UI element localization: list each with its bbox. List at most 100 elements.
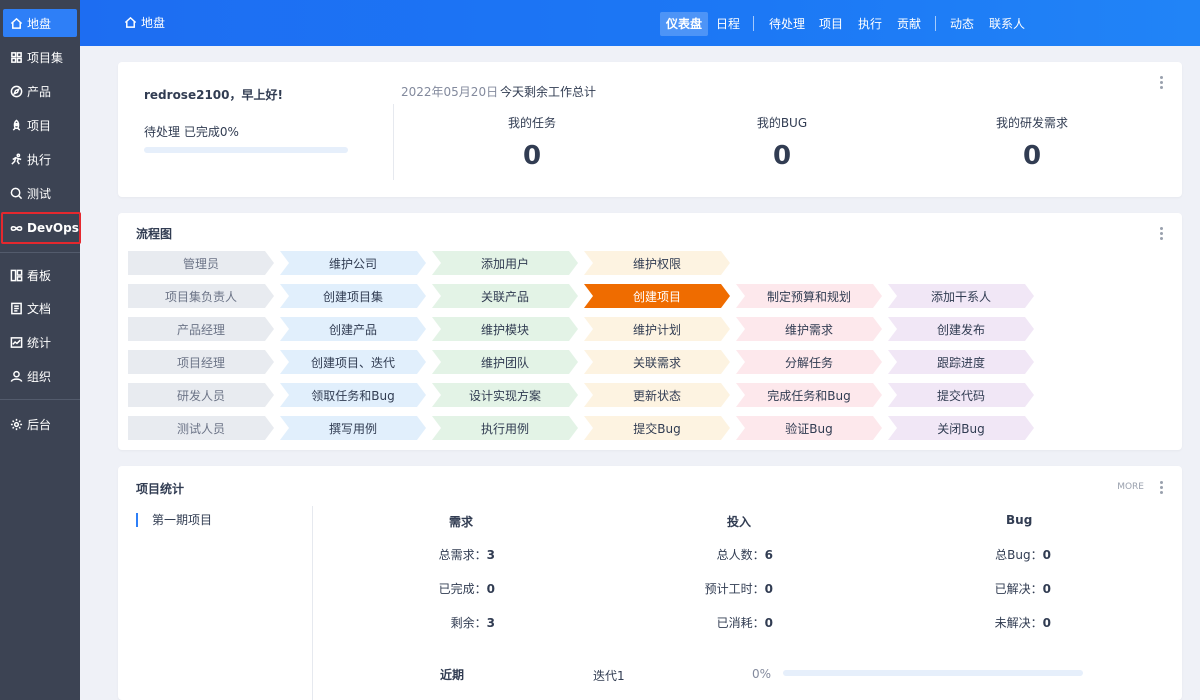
flow-step[interactable]: 添加用户 bbox=[432, 251, 578, 275]
recent-iteration[interactable]: 迭代1 bbox=[593, 667, 625, 684]
sidebar-item-product[interactable]: 产品 bbox=[3, 77, 77, 105]
sidebar-item-report[interactable]: 统计 bbox=[3, 328, 77, 356]
stat-my-stories[interactable]: 我的研发需求 0 bbox=[932, 114, 1132, 171]
sidebar-item-label: 后台 bbox=[27, 417, 52, 432]
top-bar: 地盘 仪表盘 日程 待处理 项目 执行 贡献 动态 联系人 bbox=[80, 0, 1200, 46]
sidebar-item-company[interactable]: 组织 bbox=[3, 362, 77, 390]
sidebar-item-label: 执行 bbox=[27, 152, 52, 167]
sidebar-item-label: 项目 bbox=[27, 118, 52, 133]
flow-step[interactable]: 关联产品 bbox=[432, 284, 578, 308]
tab-todo[interactable]: 待处理 bbox=[769, 12, 805, 36]
flow-step[interactable]: 维护团队 bbox=[432, 350, 578, 374]
sidebar-item-execution[interactable]: 执行 bbox=[3, 145, 77, 173]
sidebar-item-doc[interactable]: 文档 bbox=[3, 294, 77, 322]
stat-value: 0 bbox=[522, 141, 542, 171]
kv-left-stories: 剩余：3 bbox=[450, 616, 495, 630]
flow-step[interactable]: 分解任务 bbox=[736, 350, 882, 374]
flow-step[interactable]: 验证Bug bbox=[736, 416, 882, 440]
kv-done-stories: 已完成：0 bbox=[438, 582, 495, 596]
flow-step[interactable]: 制定预算和规划 bbox=[736, 284, 882, 308]
flow-step[interactable]: 维护计划 bbox=[584, 317, 730, 341]
tab-contacts[interactable]: 联系人 bbox=[989, 12, 1025, 36]
todo-progress-bar bbox=[144, 147, 348, 153]
user-icon bbox=[9, 369, 23, 383]
project-list-item[interactable]: 第一期项目 bbox=[136, 513, 212, 527]
run-icon bbox=[9, 152, 23, 166]
more-icon[interactable] bbox=[1160, 227, 1164, 240]
flow-step[interactable]: 创建产品 bbox=[280, 317, 426, 341]
flow-step[interactable]: 完成任务和Bug bbox=[736, 383, 882, 407]
sidebar-item-kanban[interactable]: 看板 bbox=[3, 261, 77, 289]
col-head-investment: 投入 bbox=[727, 515, 752, 529]
flow-step[interactable]: 添加干系人 bbox=[888, 284, 1034, 308]
sidebar-item-admin[interactable]: 后台 bbox=[3, 410, 77, 438]
flow-step[interactable]: 提交Bug bbox=[584, 416, 730, 440]
stat-value: 0 bbox=[772, 141, 792, 171]
flow-step[interactable]: 创建发布 bbox=[888, 317, 1034, 341]
tab-execution[interactable]: 执行 bbox=[858, 12, 882, 36]
home-icon bbox=[9, 16, 23, 30]
project-stats-card: 项目统计 MORE 第一期项目 需求 总需求：3 已完成：0 剩余：3 投入 总… bbox=[118, 466, 1182, 700]
flow-step[interactable]: 更新状态 bbox=[584, 383, 730, 407]
more-icon[interactable] bbox=[1160, 76, 1164, 89]
flow-step[interactable]: 创建项目、迭代 bbox=[280, 350, 426, 374]
kv-unresolved-bugs: 未解决：0 bbox=[994, 616, 1051, 630]
sidebar-divider bbox=[0, 399, 80, 400]
breadcrumb-label: 地盘 bbox=[141, 16, 166, 30]
flow-role-label: 项目经理 bbox=[128, 350, 274, 374]
tab-calendar[interactable]: 日程 bbox=[716, 12, 740, 36]
sidebar-item-label: 文档 bbox=[27, 301, 52, 316]
compass-icon bbox=[9, 84, 23, 98]
stat-label: 我的任务 bbox=[507, 116, 556, 130]
breadcrumb[interactable]: 地盘 bbox=[124, 14, 165, 31]
kv-consumed-hours: 已消耗：0 bbox=[716, 616, 773, 630]
flow-step[interactable]: 关联需求 bbox=[584, 350, 730, 374]
flow-step[interactable]: 关闭Bug bbox=[888, 416, 1034, 440]
stat-value: 0 bbox=[1022, 141, 1042, 171]
flow-step[interactable]: 提交代码 bbox=[888, 383, 1034, 407]
flow-step[interactable]: 创建项目集 bbox=[280, 284, 426, 308]
rocket-icon bbox=[9, 118, 23, 132]
flow-step[interactable]: 执行用例 bbox=[432, 416, 578, 440]
flow-role-label: 研发人员 bbox=[128, 383, 274, 407]
kv-resolved-bugs: 已解决：0 bbox=[994, 582, 1051, 596]
stat-label: 我的BUG bbox=[756, 116, 808, 130]
flow-step[interactable]: 创建项目 bbox=[584, 284, 730, 308]
more-icon[interactable] bbox=[1160, 481, 1164, 494]
sidebar: 地盘 项目集 产品 项目 执行 测试 DevOps 看板 文档 统计 组织 后台 bbox=[0, 0, 81, 700]
more-link[interactable]: MORE bbox=[1117, 482, 1144, 492]
tab-dynamic[interactable]: 动态 bbox=[950, 12, 974, 36]
tab-dashboard[interactable]: 仪表盘 bbox=[660, 12, 709, 36]
stat-my-tasks[interactable]: 我的任务 0 bbox=[432, 114, 632, 171]
flow-role-label: 管理员 bbox=[128, 251, 274, 275]
flow-role-label: 产品经理 bbox=[128, 317, 274, 341]
flow-step[interactable]: 维护需求 bbox=[736, 317, 882, 341]
flow-step[interactable]: 跟踪进度 bbox=[888, 350, 1034, 374]
sidebar-item-label: 看板 bbox=[27, 268, 52, 283]
flow-step[interactable]: 设计实现方案 bbox=[432, 383, 578, 407]
sidebar-item-test[interactable]: 测试 bbox=[3, 179, 77, 207]
sidebar-item-label: 组织 bbox=[27, 369, 52, 384]
kanban-icon bbox=[9, 268, 23, 282]
flow-step[interactable]: 撰写用例 bbox=[280, 416, 426, 440]
nav-divider bbox=[935, 16, 936, 31]
stat-my-bugs[interactable]: 我的BUG 0 bbox=[682, 114, 882, 171]
sidebar-item-devops[interactable]: DevOps bbox=[1, 212, 81, 244]
recent-progress-bar bbox=[783, 670, 1083, 676]
tab-project[interactable]: 项目 bbox=[819, 12, 843, 36]
sidebar-item-program[interactable]: 项目集 bbox=[3, 43, 77, 71]
col-head-bug: Bug bbox=[1006, 513, 1033, 527]
sidebar-item-label: DevOps bbox=[27, 221, 79, 235]
flow-step[interactable]: 维护模块 bbox=[432, 317, 578, 341]
flow-step[interactable]: 领取任务和Bug bbox=[280, 383, 426, 407]
flow-chart-title: 流程图 bbox=[136, 227, 173, 241]
tab-contribute[interactable]: 贡献 bbox=[897, 12, 921, 36]
sidebar-item-dashboard[interactable]: 地盘 bbox=[3, 9, 77, 37]
flow-step[interactable]: 维护公司 bbox=[280, 251, 426, 275]
divider bbox=[312, 506, 313, 700]
divider bbox=[393, 104, 394, 180]
sidebar-item-label: 项目集 bbox=[27, 50, 64, 65]
chart-icon bbox=[9, 335, 23, 349]
sidebar-item-project[interactable]: 项目 bbox=[3, 111, 77, 139]
flow-step[interactable]: 维护权限 bbox=[584, 251, 730, 275]
